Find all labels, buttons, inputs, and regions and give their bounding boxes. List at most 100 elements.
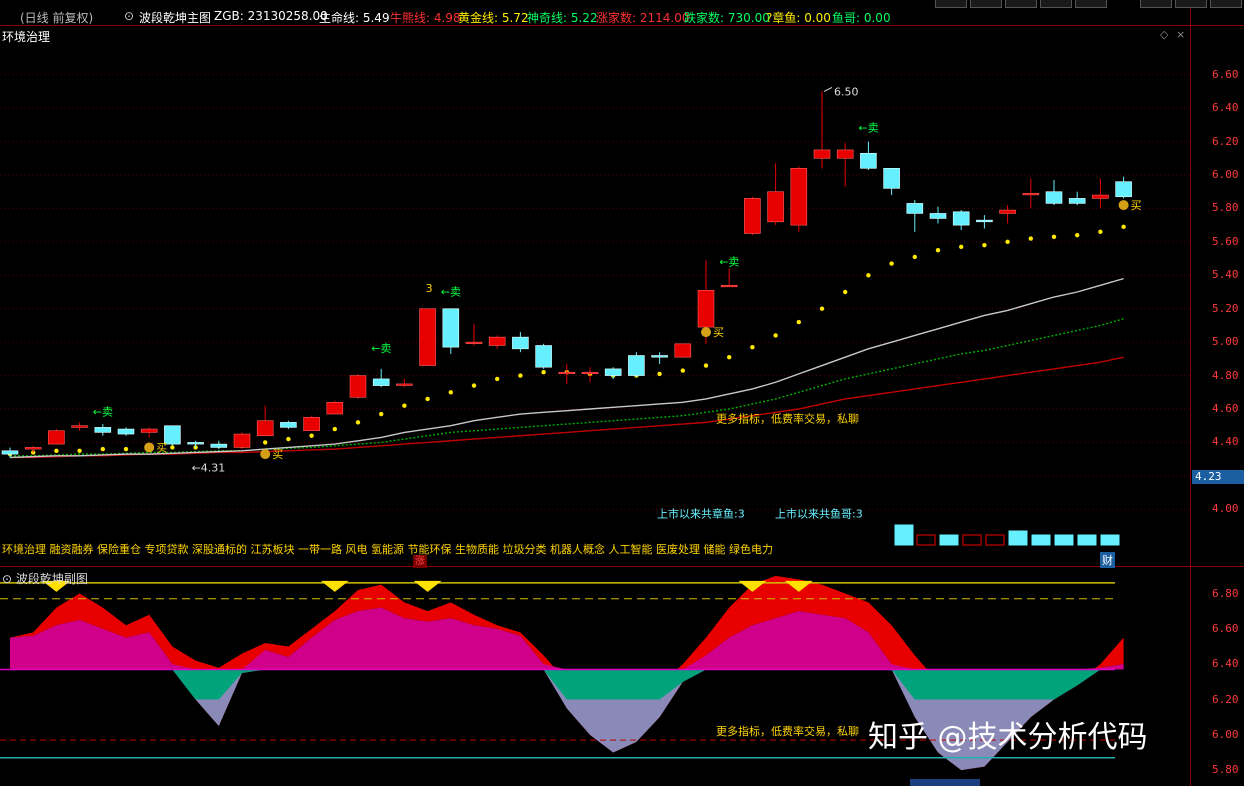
candle-body[interactable] [906, 203, 924, 214]
octopus-value: ?章鱼: 0.00 [766, 11, 831, 25]
sub-promo-text: 更多指标，低费率交易，私聊 [716, 724, 859, 738]
support-dot [518, 373, 523, 378]
candle-body[interactable] [581, 371, 599, 375]
candle-body[interactable] [442, 308, 460, 348]
shenqi-value: 神奇线: 5.22 [527, 11, 598, 25]
candle-body[interactable] [952, 211, 970, 226]
support-dot [1051, 234, 1057, 240]
buy-bag-icon [701, 327, 711, 338]
sub-tick-label: 6.00 [1212, 727, 1239, 741]
candle-body[interactable] [24, 447, 42, 450]
main-chart[interactable]: 6.50←4.313←卖←卖←卖←卖←卖买买买买更多指标，低费率交易，私聊上市以… [0, 26, 1190, 566]
support-dot [309, 433, 314, 438]
price-tick-label: 4.40 [1212, 435, 1239, 449]
candle-body[interactable] [860, 152, 877, 169]
cai-badge[interactable]: 财 [1100, 552, 1115, 568]
candle-body[interactable] [535, 345, 552, 368]
concept-tags[interactable]: 环境治理 融资融券 保险重仓 专项贷款 深股通标的 江苏板块 一带一路 风电 氢… [2, 541, 773, 557]
zhang-badge[interactable]: 涨 [413, 555, 427, 568]
candle-body[interactable] [326, 402, 344, 415]
collapse-icon[interactable]: ⊙ [124, 9, 134, 23]
price-tick-label: 5.80 [1212, 201, 1239, 215]
support-dot [680, 368, 685, 373]
candle-body[interactable] [419, 308, 436, 366]
candle-body[interactable] [1115, 181, 1132, 198]
candle-body[interactable] [999, 209, 1016, 214]
sub-panel-title: ⊙ 波段乾坤副图 [2, 570, 88, 587]
sell-signal: ←卖 [93, 406, 113, 419]
candle-body[interactable] [883, 168, 900, 189]
buy-bag-icon [260, 449, 271, 460]
candle-body[interactable] [813, 149, 831, 159]
peak-marker [413, 580, 442, 592]
signal-bar [1077, 534, 1097, 546]
candle-body[interactable] [71, 425, 88, 428]
candle-body[interactable] [465, 341, 483, 344]
candle-body[interactable] [1, 450, 19, 455]
candle-body[interactable] [720, 285, 738, 288]
candle-body[interactable] [256, 420, 274, 437]
period-label: (日线 前复权) [20, 11, 94, 25]
candle-body[interactable] [488, 336, 506, 346]
collapse-icon[interactable]: ⊙ [2, 572, 16, 586]
candle-body[interactable] [372, 378, 390, 386]
signal-bar [1008, 530, 1028, 546]
candle-body[interactable] [1022, 193, 1040, 196]
candle-body[interactable] [94, 427, 112, 433]
support-dot [123, 446, 129, 452]
support-dot [286, 436, 291, 442]
support-dot [889, 261, 894, 266]
candle-body[interactable] [767, 191, 784, 223]
price-tick-label: 4.00 [1212, 502, 1239, 516]
support-dot [355, 420, 361, 425]
buy-signal: 买 [1131, 199, 1142, 212]
current-price-tag: 4.23 [1192, 470, 1244, 484]
support-dot [448, 390, 453, 395]
support-dot [541, 370, 546, 375]
candle-body[interactable] [1068, 198, 1086, 204]
candle-body[interactable] [349, 375, 367, 398]
support-dot [866, 273, 871, 278]
candle-body[interactable] [651, 355, 668, 358]
candle-body[interactable] [604, 368, 622, 376]
fishbro-value: 鱼哥: 0.00 [832, 11, 891, 25]
toolbar-button[interactable] [1210, 0, 1242, 8]
candle-body[interactable] [512, 336, 529, 350]
candle-body[interactable] [210, 443, 228, 448]
candle-body[interactable] [233, 433, 251, 448]
candle-body[interactable] [303, 417, 320, 432]
candle-body[interactable] [929, 213, 947, 219]
support-dot [1005, 239, 1010, 245]
support-dot [703, 363, 709, 368]
price-tick-label: 6.40 [1212, 101, 1239, 115]
candle-body[interactable] [280, 422, 297, 428]
candle-body[interactable] [396, 383, 413, 386]
price-tick-label: 6.00 [1212, 168, 1239, 181]
signal-bar [962, 534, 982, 546]
candle-body[interactable] [976, 219, 993, 223]
support-dot [1121, 224, 1126, 230]
candle-body[interactable] [674, 343, 692, 358]
candle-body[interactable] [790, 168, 808, 226]
candle-body[interactable] [697, 290, 715, 328]
low-label: ←4.31 [192, 461, 226, 474]
high-pointer [823, 86, 833, 92]
support-dot [54, 448, 59, 453]
candle-body[interactable] [558, 371, 576, 375]
indicator-name[interactable]: 波段乾坤主图 [139, 9, 211, 26]
candle-body[interactable] [1092, 194, 1109, 199]
candle-body[interactable] [117, 428, 135, 435]
candle-body[interactable] [744, 198, 761, 234]
candle-body[interactable] [48, 430, 65, 445]
candle-body[interactable] [836, 149, 854, 159]
candle-body[interactable] [187, 442, 204, 445]
candle-body[interactable] [140, 428, 158, 433]
support-dot [402, 403, 407, 408]
date-cursor-box [910, 779, 980, 786]
buy-signal: 买 [156, 441, 167, 454]
support-dot [773, 333, 778, 338]
candle-body[interactable] [628, 355, 645, 376]
support-dot [819, 306, 825, 311]
candle-body[interactable] [1045, 191, 1063, 204]
sell-signal: ←卖 [371, 342, 391, 355]
